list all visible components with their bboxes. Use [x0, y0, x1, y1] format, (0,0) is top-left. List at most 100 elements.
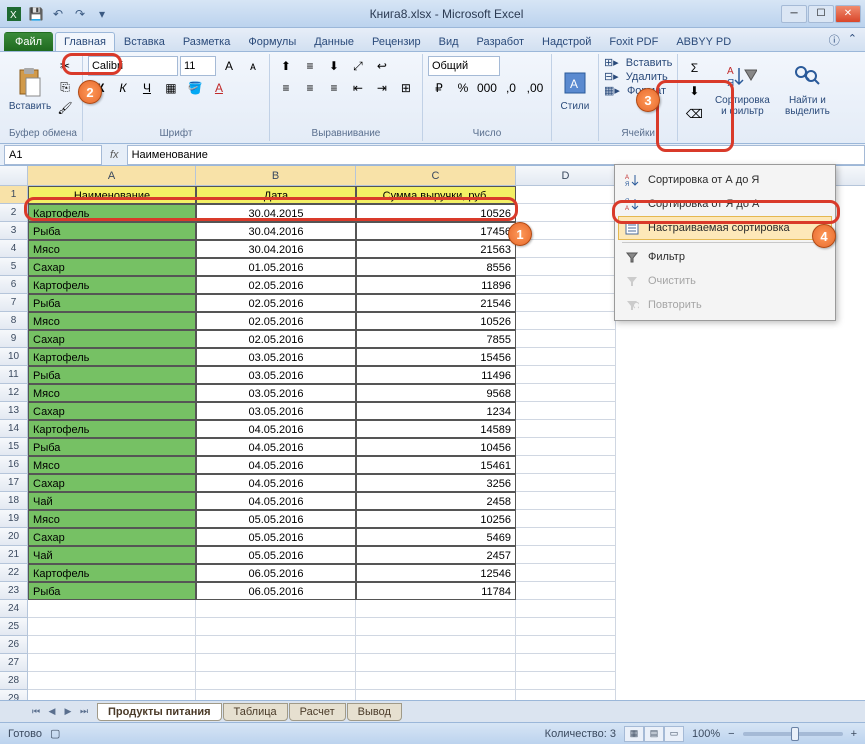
cell-empty[interactable]: [356, 618, 516, 636]
minimize-ribbon-icon[interactable]: ⌃: [848, 32, 857, 48]
col-header-d[interactable]: D: [516, 166, 616, 185]
sheet-tab-3[interactable]: Расчет: [289, 703, 346, 721]
cell-name[interactable]: Чай: [28, 492, 196, 510]
cell-empty[interactable]: [516, 276, 616, 294]
currency-icon[interactable]: ₽: [428, 78, 450, 98]
cell-name[interactable]: Рыба: [28, 438, 196, 456]
cell-date[interactable]: 04.05.2016: [196, 474, 356, 492]
cell-date[interactable]: 03.05.2016: [196, 366, 356, 384]
border-icon[interactable]: ▦: [160, 78, 182, 98]
increase-decimal-icon[interactable]: ,0: [500, 78, 522, 98]
cell-sum[interactable]: 17456: [356, 222, 516, 240]
cell-date[interactable]: 05.05.2016: [196, 510, 356, 528]
number-format-combo[interactable]: Общий: [428, 56, 500, 76]
row-header[interactable]: 3: [0, 222, 28, 240]
merge-icon[interactable]: ⊞: [395, 78, 417, 98]
dropdown-sort-za[interactable]: ЯА Сортировка от Я до А: [618, 192, 832, 216]
tab-developer[interactable]: Разработ: [468, 32, 533, 51]
cell-sum[interactable]: 7855: [356, 330, 516, 348]
cell-empty[interactable]: [196, 636, 356, 654]
save-icon[interactable]: 💾: [26, 4, 46, 24]
delete-cells-icon[interactable]: ⊟▸: [604, 70, 619, 83]
cell-empty[interactable]: [356, 672, 516, 690]
cell-name[interactable]: Мясо: [28, 456, 196, 474]
cell-empty[interactable]: [28, 690, 196, 700]
autosum-icon[interactable]: Σ: [683, 58, 705, 78]
cell-empty[interactable]: [516, 240, 616, 258]
row-header[interactable]: 16: [0, 456, 28, 474]
cell-empty[interactable]: [516, 690, 616, 700]
row-header[interactable]: 19: [0, 510, 28, 528]
zoom-out-icon[interactable]: −: [728, 728, 734, 740]
cell-sum[interactable]: 3256: [356, 474, 516, 492]
tab-addins[interactable]: Надстрой: [533, 32, 600, 51]
row-header[interactable]: 18: [0, 492, 28, 510]
cell-empty[interactable]: [516, 474, 616, 492]
cell-empty[interactable]: [516, 384, 616, 402]
styles-button[interactable]: A Стили: [557, 56, 593, 122]
cell-name[interactable]: Рыба: [28, 366, 196, 384]
cell-name[interactable]: Мясо: [28, 240, 196, 258]
cell-sum[interactable]: 15461: [356, 456, 516, 474]
align-center-icon[interactable]: ≡: [299, 78, 321, 98]
sheet-tab-2[interactable]: Таблица: [223, 703, 288, 721]
cell-sum[interactable]: 2458: [356, 492, 516, 510]
cell-name[interactable]: Рыба: [28, 222, 196, 240]
cell-name[interactable]: Мясо: [28, 510, 196, 528]
cell-date[interactable]: 30.04.2016: [196, 222, 356, 240]
cell-sum[interactable]: 11896: [356, 276, 516, 294]
row-header[interactable]: 9: [0, 330, 28, 348]
cell-sum[interactable]: 5469: [356, 528, 516, 546]
tab-home[interactable]: Главная: [55, 32, 115, 51]
cell-empty[interactable]: [516, 258, 616, 276]
align-top-icon[interactable]: ⬆: [275, 56, 297, 76]
cell-empty[interactable]: [28, 600, 196, 618]
cell-header[interactable]: Наименование: [28, 186, 196, 204]
tab-abbyy[interactable]: ABBYY PD: [667, 32, 740, 51]
row-header[interactable]: 8: [0, 312, 28, 330]
cell-empty[interactable]: [516, 618, 616, 636]
dropdown-sort-az[interactable]: АЯ Сортировка от А до Я: [618, 168, 832, 192]
align-bottom-icon[interactable]: ⬇: [323, 56, 345, 76]
view-layout-icon[interactable]: ▤: [644, 726, 664, 742]
dropdown-filter[interactable]: Фильтр: [618, 245, 832, 269]
select-all-corner[interactable]: [0, 166, 28, 185]
cell-sum[interactable]: 10456: [356, 438, 516, 456]
cell-name[interactable]: Сахар: [28, 258, 196, 276]
cell-empty[interactable]: [28, 654, 196, 672]
cell-name[interactable]: Сахар: [28, 474, 196, 492]
cell-empty[interactable]: [516, 510, 616, 528]
cell-name[interactable]: Картофель: [28, 420, 196, 438]
cell-empty[interactable]: [516, 564, 616, 582]
cell-sum[interactable]: 2457: [356, 546, 516, 564]
cell-sum[interactable]: 10526: [356, 204, 516, 222]
shrink-font-icon[interactable]: ᴀ: [242, 56, 264, 76]
row-header[interactable]: 1: [0, 186, 28, 204]
fx-icon[interactable]: fx: [102, 149, 127, 161]
underline-icon[interactable]: Ч: [136, 78, 158, 98]
find-select-button[interactable]: Найти и выделить: [779, 56, 835, 122]
cell-empty[interactable]: [28, 672, 196, 690]
decrease-decimal-icon[interactable]: ,00: [524, 78, 546, 98]
cell-empty[interactable]: [28, 618, 196, 636]
cell-empty[interactable]: [516, 492, 616, 510]
zoom-slider[interactable]: [743, 732, 843, 736]
row-header[interactable]: 29: [0, 690, 28, 700]
cell-date[interactable]: 06.05.2016: [196, 564, 356, 582]
increase-indent-icon[interactable]: ⇥: [371, 78, 393, 98]
row-header[interactable]: 14: [0, 420, 28, 438]
sheet-nav-first-icon[interactable]: ⏮: [28, 704, 44, 720]
cell-date[interactable]: 04.05.2016: [196, 492, 356, 510]
cell-name[interactable]: Мясо: [28, 312, 196, 330]
row-header[interactable]: 11: [0, 366, 28, 384]
row-header[interactable]: 24: [0, 600, 28, 618]
cell-name[interactable]: Мясо: [28, 384, 196, 402]
format-painter-icon[interactable]: 🖌: [54, 98, 76, 118]
cell-sum[interactable]: 10526: [356, 312, 516, 330]
cell-sum[interactable]: 21563: [356, 240, 516, 258]
cell-empty[interactable]: [516, 672, 616, 690]
font-size-combo[interactable]: 11: [180, 56, 216, 76]
cell-empty[interactable]: [516, 456, 616, 474]
row-header[interactable]: 5: [0, 258, 28, 276]
col-header-b[interactable]: B: [196, 166, 356, 185]
